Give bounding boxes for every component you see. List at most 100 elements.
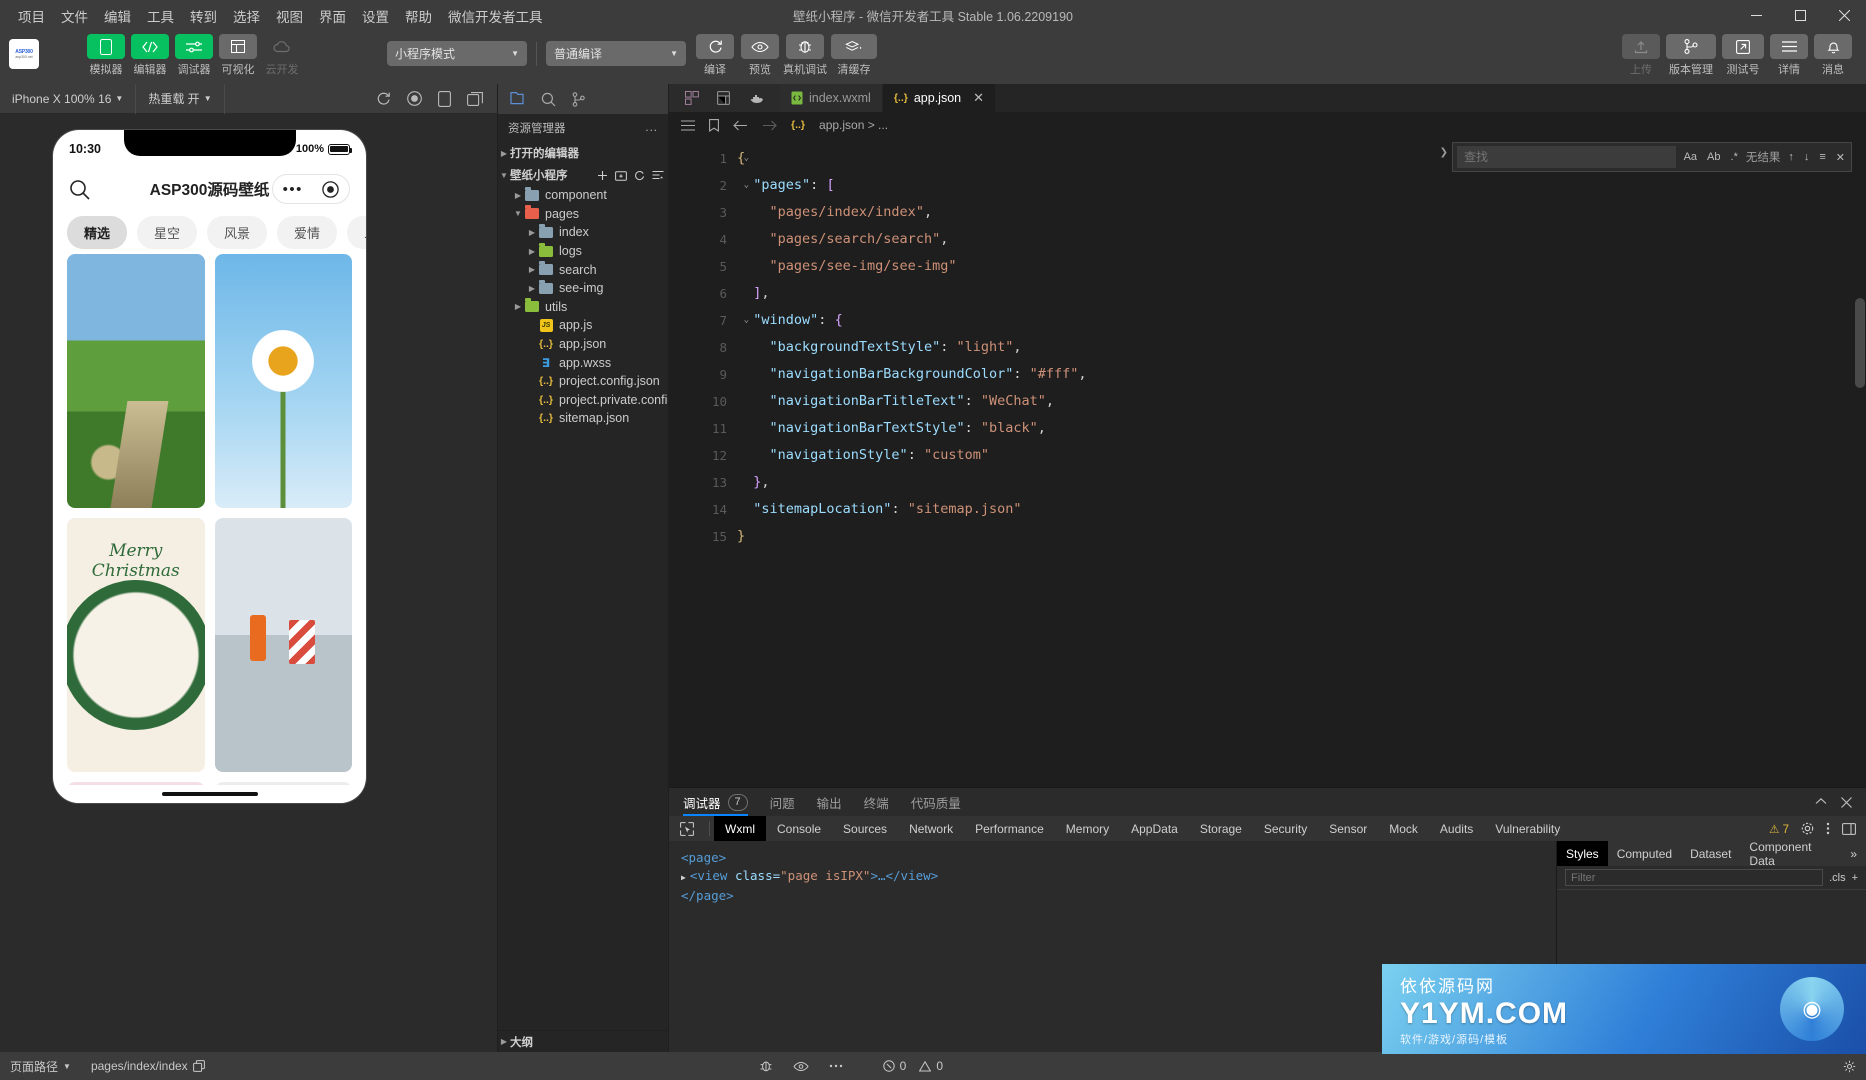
devtools-tab-audits[interactable]: Audits <box>1429 816 1484 841</box>
find-widget[interactable]: Aa Ab .* 无结果 ↑ ↓ ≡ ✕ <box>1452 142 1852 172</box>
rotate-icon[interactable] <box>438 90 451 107</box>
tree-item-search[interactable]: ▶ search <box>498 260 668 279</box>
wechat-capsule[interactable]: ••• <box>272 174 350 204</box>
maximize-button[interactable] <box>1778 0 1822 31</box>
more-icon[interactable] <box>819 1052 853 1080</box>
wallpaper-card-white[interactable] <box>214 782 352 785</box>
menu-item-5[interactable]: 选择 <box>225 2 268 30</box>
debug-icon[interactable] <box>749 1052 783 1080</box>
components-icon[interactable] <box>685 91 699 105</box>
toggle-editor-button[interactable]: 编辑器 <box>131 34 169 77</box>
panel-tab-terminal[interactable]: 终端 <box>864 788 889 816</box>
toggle-debugger-button[interactable]: 调试器 <box>175 34 213 77</box>
warning-count[interactable]: ⚠ 7 <box>1769 822 1789 836</box>
find-next-icon[interactable]: ↓ <box>1802 151 1812 163</box>
devtools-tab-console[interactable]: Console <box>766 816 832 841</box>
bookmark-icon[interactable] <box>709 118 719 132</box>
wallpaper-card-miniature[interactable] <box>214 518 352 772</box>
compile-button[interactable]: 编译 <box>696 34 734 77</box>
menu-item-8[interactable]: 设置 <box>354 2 397 30</box>
category-tab-1[interactable]: 星空 <box>137 215 198 249</box>
tree-section-project[interactable]: ▼ 壁纸小程序 <box>498 164 668 186</box>
list-icon[interactable] <box>681 119 695 131</box>
tree-item-component[interactable]: ▶ component <box>498 186 668 205</box>
mode-select[interactable]: 小程序模式 ▼ <box>387 41 527 66</box>
upload-button[interactable]: 上传 <box>1622 34 1660 77</box>
menu-item-4[interactable]: 转到 <box>182 2 225 30</box>
gear-icon[interactable] <box>1801 822 1814 835</box>
category-tab-4[interactable]: 二次 <box>347 215 366 249</box>
panel-tab-code-quality[interactable]: 代码质量 <box>911 788 961 816</box>
close-button[interactable] <box>1822 0 1866 31</box>
snippet-icon[interactable] <box>717 91 730 105</box>
details-button[interactable]: 详情 <box>1770 34 1808 77</box>
styles-tab-styles[interactable]: Styles <box>1557 841 1608 866</box>
page-path-label-group[interactable]: 页面路径 ▼ <box>0 1052 81 1080</box>
add-rule-button[interactable]: + <box>1852 872 1858 884</box>
files-icon[interactable] <box>510 91 525 107</box>
find-expand-icon[interactable]: ❯ <box>1440 147 1448 158</box>
wxml-line[interactable]: <page> <box>681 849 1544 867</box>
close-tab-icon[interactable]: ✕ <box>973 90 984 106</box>
clear-cache-button[interactable]: 清缓存 <box>831 34 877 77</box>
menu-item-6[interactable]: 视图 <box>268 2 311 30</box>
test-account-button[interactable]: 测试号 <box>1722 34 1764 77</box>
collapse-panel-icon[interactable] <box>1815 797 1827 808</box>
devtools-tab-security[interactable]: Security <box>1253 816 1318 841</box>
page-path-value-group[interactable]: pages/index/index <box>81 1052 215 1080</box>
breadcrumb-path[interactable]: app.json > ... <box>819 118 888 132</box>
explorer-more-icon[interactable]: ... <box>645 122 658 134</box>
source-control-icon[interactable] <box>572 91 585 107</box>
dock-icon[interactable] <box>1842 822 1856 835</box>
category-tab-0[interactable]: 精选 <box>67 215 128 249</box>
error-count-group[interactable]: 0 0 <box>873 1052 953 1080</box>
inspect-element-icon[interactable] <box>669 816 705 841</box>
devtools-tab-appdata[interactable]: AppData <box>1120 816 1189 841</box>
panel-icon[interactable] <box>467 91 483 106</box>
tree-section-open-editors[interactable]: ▶ 打开的编辑器 <box>498 142 668 164</box>
code-content[interactable]: { "pages": [ "pages/index/index", "pages… <box>737 138 1866 787</box>
editor-scrollbar-thumb[interactable] <box>1855 298 1865 388</box>
messages-button[interactable]: 消息 <box>1814 34 1852 77</box>
docker-icon[interactable] <box>748 93 764 104</box>
preview-button[interactable]: 预览 <box>741 34 779 77</box>
devtools-tab-vulnerability[interactable]: Vulnerability <box>1484 816 1571 841</box>
toggle-visual-button[interactable]: 可视化 <box>219 34 257 77</box>
device-debug-button[interactable]: 真机调试 <box>783 34 827 77</box>
phone-device[interactable]: 10:30 100% ASP300源码壁纸 ••• 精选 星空 风景 爱情 Me… <box>53 130 366 803</box>
tree-item-app-json[interactable]: ▶ {..} app.json <box>498 335 668 354</box>
find-input[interactable] <box>1457 146 1676 168</box>
tree-item-logs[interactable]: ▶ logs <box>498 242 668 261</box>
editor-tab-app-json[interactable]: {..} app.json ✕ <box>882 84 997 112</box>
tree-item-sitemap-json[interactable]: ▶ {..} sitemap.json <box>498 409 668 428</box>
whole-word-icon[interactable]: Ab <box>1705 151 1722 163</box>
tree-item-index[interactable]: ▶ index <box>498 223 668 242</box>
menu-item-3[interactable]: 工具 <box>139 2 182 30</box>
refresh-icon[interactable] <box>634 170 645 181</box>
search-icon[interactable] <box>541 92 556 107</box>
wallpaper-card-pink[interactable] <box>67 782 205 785</box>
editor-tab-index-wxml[interactable]: index.wxml <box>780 84 883 112</box>
regex-icon[interactable]: .* <box>1729 151 1740 163</box>
eye-icon[interactable] <box>783 1052 819 1080</box>
tree-item-see-img[interactable]: ▶ see-img <box>498 279 668 298</box>
tree-item-app-wxss[interactable]: ▶ ∃ app.wxss <box>498 353 668 372</box>
menu-item-0[interactable]: 项目 <box>10 2 53 30</box>
find-previous-icon[interactable]: ↑ <box>1786 151 1796 163</box>
devtools-tab-memory[interactable]: Memory <box>1055 816 1120 841</box>
device-select[interactable]: iPhone X 100% 16 ▼ <box>0 83 137 114</box>
wxml-line[interactable]: </page> <box>681 887 1544 905</box>
menu-item-7[interactable]: 界面 <box>311 2 354 30</box>
outline-section[interactable]: ▶ 大纲 <box>498 1030 668 1052</box>
devtools-tab-performance[interactable]: Performance <box>964 816 1055 841</box>
category-tab-3[interactable]: 爱情 <box>277 215 338 249</box>
devtools-tab-network[interactable]: Network <box>898 816 964 841</box>
panel-tab-problems[interactable]: 问题 <box>770 788 795 816</box>
settings-icon[interactable] <box>1833 1052 1866 1080</box>
panel-tab-debugger[interactable]: 调试器 7 <box>683 788 748 816</box>
copy-icon[interactable] <box>192 1060 205 1072</box>
menu-item-1[interactable]: 文件 <box>53 2 96 30</box>
hotreload-select[interactable]: 热重载 开 ▼ <box>136 83 225 114</box>
forward-icon[interactable] <box>762 120 777 131</box>
category-tab-2[interactable]: 风景 <box>207 215 268 249</box>
